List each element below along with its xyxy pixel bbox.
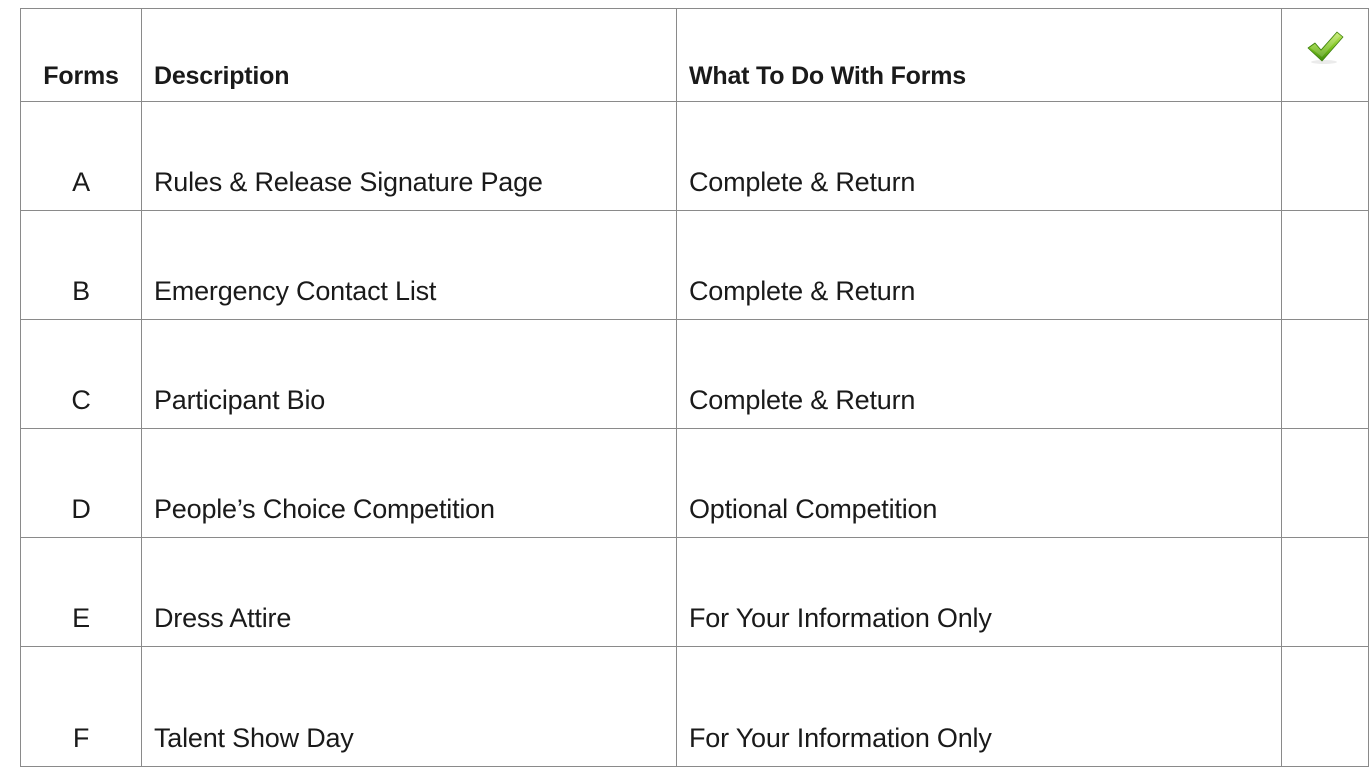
form-letter: F [20,646,142,767]
form-action: For Your Information Only [676,537,1282,647]
form-letter: D [20,428,142,538]
form-action: Complete & Return [676,210,1282,320]
check-cell[interactable] [1281,319,1369,429]
header-action: What To Do With Forms [676,8,1282,102]
form-letter: B [20,210,142,320]
form-description: People’s Choice Competition [141,428,677,538]
table-row: C Participant Bio Complete & Return [20,319,1369,429]
form-letter: E [20,537,142,647]
table-row: E Dress Attire For Your Information Only [20,537,1369,647]
table-row: A Rules & Release Signature Page Complet… [20,101,1369,211]
check-cell[interactable] [1281,101,1369,211]
check-cell[interactable] [1281,428,1369,538]
header-description: Description [141,8,677,102]
forms-table: Forms Description What To Do With Forms [20,8,1369,767]
table-row: F Talent Show Day For Your Information O… [20,646,1369,767]
form-action: Complete & Return [676,319,1282,429]
form-description: Emergency Contact List [141,210,677,320]
form-action: For Your Information Only [676,646,1282,767]
form-description: Dress Attire [141,537,677,647]
check-cell[interactable] [1281,210,1369,320]
form-description: Talent Show Day [141,646,677,767]
form-action: Complete & Return [676,101,1282,211]
header-forms: Forms [20,8,142,102]
form-letter: C [20,319,142,429]
form-description: Participant Bio [141,319,677,429]
check-cell[interactable] [1281,537,1369,647]
form-description: Rules & Release Signature Page [141,101,677,211]
check-cell[interactable] [1281,646,1369,767]
form-letter: A [20,101,142,211]
checkmark-icon [1306,31,1344,71]
table-header-row: Forms Description What To Do With Forms [20,8,1369,102]
table-row: B Emergency Contact List Complete & Retu… [20,210,1369,320]
form-action: Optional Competition [676,428,1282,538]
header-check [1281,8,1369,102]
table-row: D People’s Choice Competition Optional C… [20,428,1369,538]
